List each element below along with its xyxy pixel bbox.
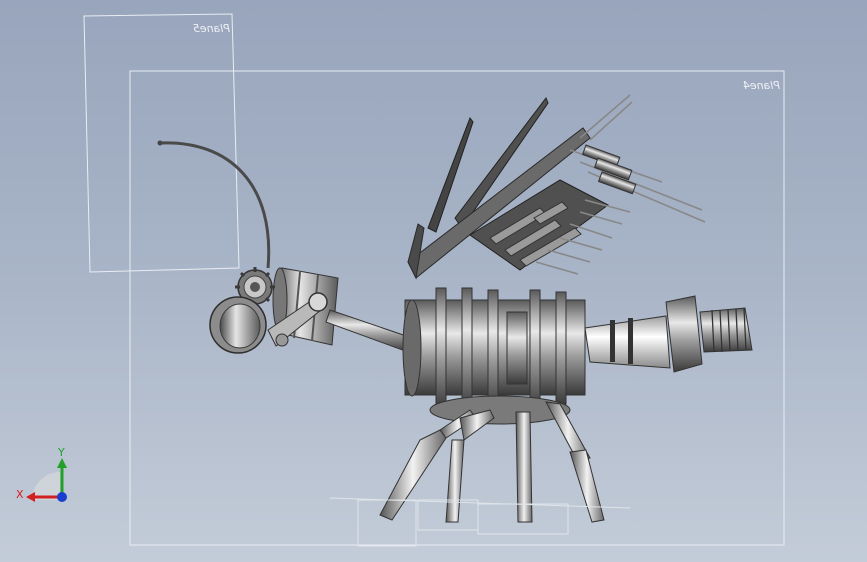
wing-assembly[interactable]: [407, 94, 706, 280]
spark-plug[interactable]: [584, 295, 753, 373]
sketch-outlines: [329, 497, 631, 547]
axis-x-label: X: [16, 488, 24, 501]
3d-viewport[interactable]: Plane5 Plane4 Y X: [0, 0, 867, 562]
reference-triad: Y X: [16, 446, 67, 502]
body-cylinder[interactable]: [402, 287, 586, 409]
head-assembly[interactable]: [209, 267, 413, 354]
plane4-label: Plane4: [743, 79, 780, 92]
plane5-label: Plane5: [193, 22, 230, 35]
axis-y-label: Y: [57, 446, 65, 459]
antenna-wire[interactable]: [159, 141, 271, 269]
